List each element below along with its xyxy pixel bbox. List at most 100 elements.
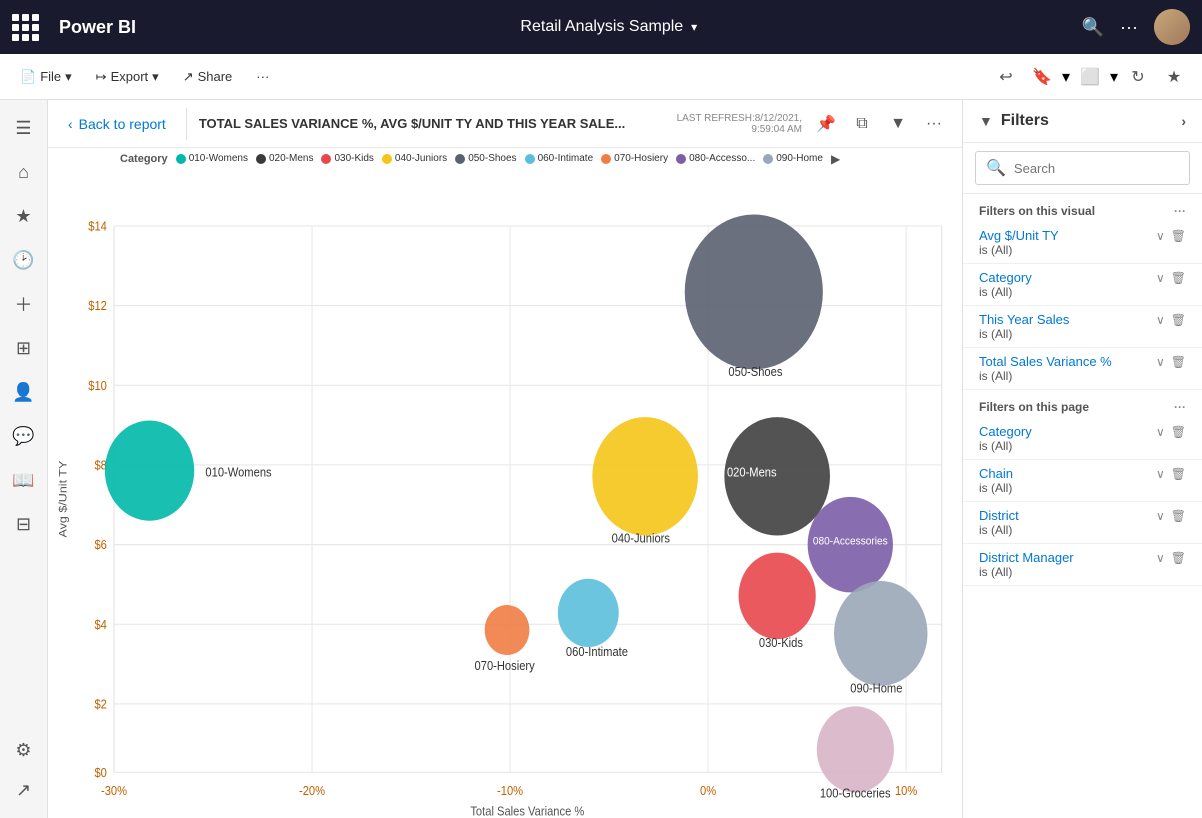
filter-category-name: Category xyxy=(979,270,1032,285)
bubble-hosiery[interactable] xyxy=(485,605,530,655)
title-chevron-icon[interactable]: ▾ xyxy=(691,20,697,34)
sidebar-people-icon[interactable]: 👤 xyxy=(4,372,44,412)
search-box: 🔍 xyxy=(975,151,1190,185)
sidebar-create-icon[interactable]: ＋ xyxy=(4,284,44,324)
filter-district-manager[interactable]: District Manager ∨ 🗑 is (All) xyxy=(963,544,1202,586)
filter-cat-clear-icon[interactable]: 🗑 xyxy=(1171,271,1186,285)
filter-category-value: is (All) xyxy=(979,285,1186,299)
sidebar-bottom: ⚙ ↗ xyxy=(4,730,44,810)
view-chevron-icon[interactable]: ▾ xyxy=(1110,67,1118,87)
filter-page-cat-clear-icon[interactable]: 🗑 xyxy=(1171,425,1186,439)
page-filters-more-icon[interactable]: ··· xyxy=(1174,400,1186,414)
sidebar-settings-icon[interactable]: ⚙ xyxy=(4,730,44,770)
bubble-groceries[interactable] xyxy=(817,706,894,793)
more-nav-icon[interactable]: ··· xyxy=(1120,17,1138,38)
svg-text:$10: $10 xyxy=(88,378,107,393)
star-button[interactable]: ★ xyxy=(1158,61,1190,93)
filter-tsv-clear-icon[interactable]: 🗑 xyxy=(1171,355,1186,369)
filter-page-cat-chevron-icon[interactable]: ∨ xyxy=(1156,425,1165,439)
file-button[interactable]: 📄 File ▾ xyxy=(12,65,80,89)
main-layout: ☰ ⌂ ★ 🕑 ＋ ⊞ 👤 💬 📖 ⊟ ⚙ ↗ ‹ Back to report… xyxy=(0,100,1202,818)
more-icon: ··· xyxy=(256,69,269,84)
sidebar-apps-icon[interactable]: ⊞ xyxy=(4,328,44,368)
undo-button[interactable]: ↩ xyxy=(990,61,1022,93)
chart-svg: Avg $/Unit TY $0 $2 xyxy=(48,169,962,818)
legend-dot-juniors xyxy=(382,154,392,164)
view-button[interactable]: ⬜ xyxy=(1074,61,1106,93)
sidebar-workspaces-icon[interactable]: ⊟ xyxy=(4,504,44,544)
visual-filters-more-icon[interactable]: ··· xyxy=(1174,204,1186,218)
filter-avg-chevron-icon[interactable]: ∨ xyxy=(1156,229,1165,243)
bubble-juniors[interactable] xyxy=(592,417,698,535)
more-toolbar-button[interactable]: ··· xyxy=(248,65,277,88)
filter-district-chevron-icon[interactable]: ∨ xyxy=(1156,509,1165,523)
filter-icon[interactable]: ▼ xyxy=(882,108,914,140)
bubble-shoes[interactable] xyxy=(685,215,823,370)
bookmark-button[interactable]: 🔖 xyxy=(1026,61,1058,93)
filter-district-clear-icon[interactable]: 🗑 xyxy=(1171,509,1186,523)
toolbar-right-actions: ↩ 🔖 ▾ ⬜ ▾ ↻ ★ xyxy=(990,61,1190,93)
page-filters-title: Filters on this page xyxy=(979,400,1089,414)
bubble-kids[interactable] xyxy=(739,553,816,640)
sidebar-collapse-icon[interactable]: ☰ xyxy=(4,108,44,148)
legend-more-icon[interactable]: ▶ xyxy=(831,152,840,166)
filter-chain-value: is (All) xyxy=(979,481,1186,495)
copy-icon[interactable]: ⧉ xyxy=(846,108,878,140)
visual-title: TOTAL SALES VARIANCE %, AVG $/UNIT TY AN… xyxy=(199,116,677,131)
filter-avg-clear-icon[interactable]: 🗑 xyxy=(1171,229,1186,243)
export-label: Export xyxy=(111,69,149,84)
sidebar-favorites-icon[interactable]: ★ xyxy=(4,196,44,236)
top-nav-icons: 🔍 ··· xyxy=(1082,9,1190,45)
header-divider xyxy=(186,108,187,140)
back-to-report-button[interactable]: ‹ Back to report xyxy=(60,112,174,136)
sidebar-learn-icon[interactable]: 📖 xyxy=(4,460,44,500)
bookmark-chevron-icon[interactable]: ▾ xyxy=(1062,67,1070,87)
filter-tys-chevron-icon[interactable]: ∨ xyxy=(1156,313,1165,327)
sidebar-external-icon[interactable]: ↗ xyxy=(4,770,44,810)
user-avatar[interactable] xyxy=(1154,9,1190,45)
legend-dot-kids xyxy=(321,154,331,164)
sidebar-recent-icon[interactable]: 🕑 xyxy=(4,240,44,280)
filter-page-cat-value: is (All) xyxy=(979,439,1186,453)
filter-page-category[interactable]: Category ∨ 🗑 is (All) xyxy=(963,418,1202,460)
filter-dm-chevron-icon[interactable]: ∨ xyxy=(1156,551,1165,565)
filter-avg-unit-name: Avg $/Unit TY xyxy=(979,228,1059,243)
filter-tsv-chevron-icon[interactable]: ∨ xyxy=(1156,355,1165,369)
legend-item-8: 090-Home xyxy=(763,153,823,164)
bubble-womens[interactable] xyxy=(105,421,194,521)
share-button[interactable]: ↗ Share xyxy=(175,65,241,89)
sidebar-chat-icon[interactable]: 💬 xyxy=(4,416,44,456)
filter-category[interactable]: Category ∨ 🗑 is (All) xyxy=(963,264,1202,306)
filters-expand-icon[interactable]: › xyxy=(1181,113,1186,129)
filter-this-year-sales[interactable]: This Year Sales ∨ 🗑 is (All) xyxy=(963,306,1202,348)
visual-filters-section: Filters on this visual ··· xyxy=(963,194,1202,222)
legend-text-womens: 010-Womens xyxy=(189,153,248,164)
filter-chain-chevron-icon[interactable]: ∨ xyxy=(1156,467,1165,481)
filter-chain-clear-icon[interactable]: 🗑 xyxy=(1171,467,1186,481)
filter-chain-name: Chain xyxy=(979,466,1013,481)
filter-tys-clear-icon[interactable]: 🗑 xyxy=(1171,313,1186,327)
bubble-intimate[interactable] xyxy=(558,579,619,647)
filter-cat-chevron-icon[interactable]: ∨ xyxy=(1156,271,1165,285)
filter-dm-clear-icon[interactable]: 🗑 xyxy=(1171,551,1186,565)
waffle-menu-icon[interactable] xyxy=(12,14,39,41)
report-title-area: Retail Analysis Sample ▾ xyxy=(152,18,1066,36)
filter-total-sales-variance[interactable]: Total Sales Variance % ∨ 🗑 is (All) xyxy=(963,348,1202,390)
bubble-home[interactable] xyxy=(834,581,927,686)
svg-text:080-Accessories: 080-Accessories xyxy=(813,535,888,548)
legend-dot-shoes xyxy=(455,154,465,164)
ellipsis-icon[interactable]: ··· xyxy=(918,108,950,140)
search-nav-icon[interactable]: 🔍 xyxy=(1082,17,1104,38)
share-icon: ↗ xyxy=(183,69,194,85)
legend-dot-mens xyxy=(256,154,266,164)
filter-district[interactable]: District ∨ 🗑 is (All) xyxy=(963,502,1202,544)
filter-chain[interactable]: Chain ∨ 🗑 is (All) xyxy=(963,460,1202,502)
filter-avg-unit[interactable]: Avg $/Unit TY ∨ 🗑 is (All) xyxy=(963,222,1202,264)
search-input[interactable] xyxy=(1014,161,1179,176)
svg-text:050-Shoes: 050-Shoes xyxy=(728,365,782,380)
export-button[interactable]: ↦ Export ▾ xyxy=(88,65,167,89)
legend-dot-home xyxy=(763,154,773,164)
sidebar-home-icon[interactable]: ⌂ xyxy=(4,152,44,192)
refresh-button[interactable]: ↻ xyxy=(1122,61,1154,93)
pin-icon[interactable]: 📌 xyxy=(810,108,842,140)
